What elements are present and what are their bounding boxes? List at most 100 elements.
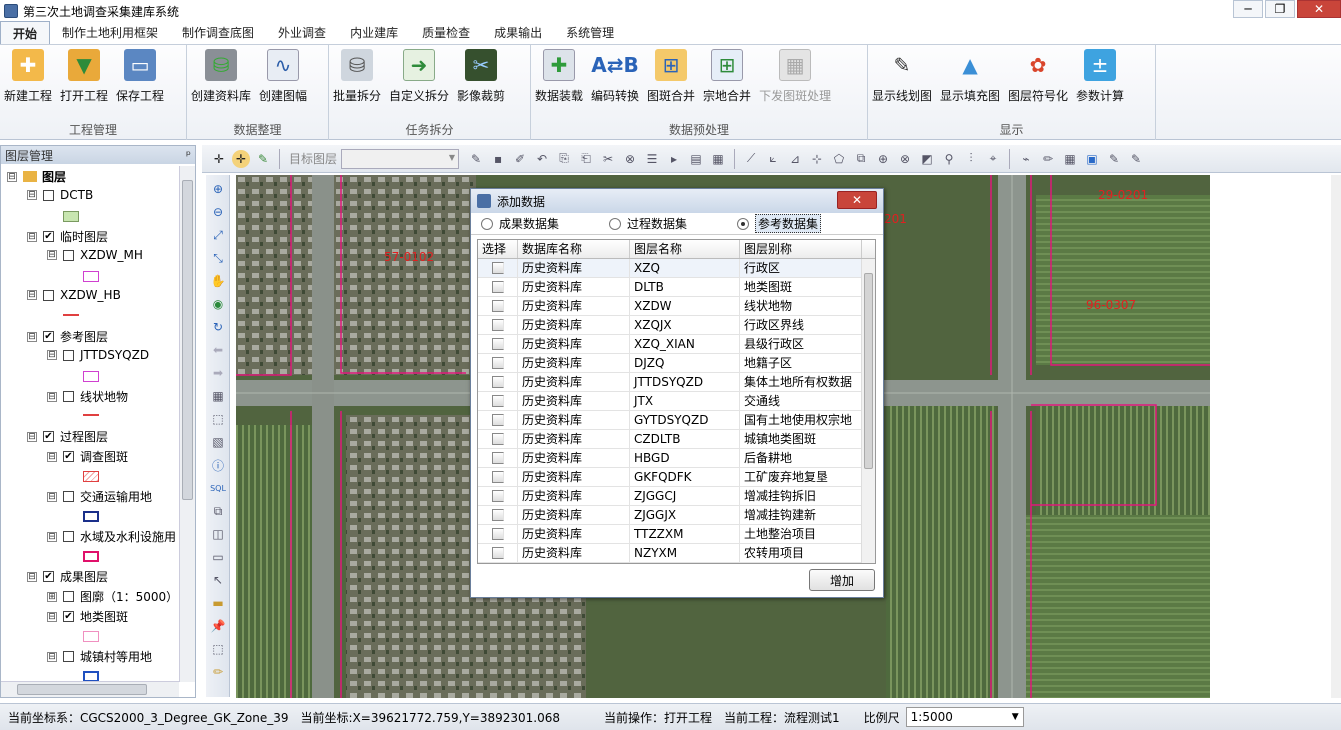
row-checkbox[interactable] [492, 471, 504, 483]
sql-icon[interactable]: SQL [209, 479, 227, 497]
table-row[interactable]: 历史资料库 GYTDSYQZD 国有土地使用权宗地 [478, 411, 875, 430]
open-project-button[interactable]: ▼ 打开工程 [56, 49, 112, 104]
save-edit-icon[interactable]: ▪ [489, 150, 507, 168]
layer-checkbox[interactable]: ✔ [63, 451, 74, 462]
layer-checkbox[interactable] [63, 651, 74, 662]
clip-icon[interactable]: ◩ [918, 150, 936, 168]
add-point-icon[interactable]: ✛ [210, 150, 228, 168]
back-icon[interactable]: ⬅ [209, 341, 227, 359]
collapse-icon[interactable]: ⊟ [47, 611, 57, 622]
polygon-icon[interactable]: ⬠ [830, 150, 848, 168]
play-icon[interactable]: ▸ [665, 150, 683, 168]
globe-icon[interactable]: ◉ [209, 295, 227, 313]
row-checkbox[interactable] [492, 262, 504, 274]
tree-node-map-frame[interactable]: ⊞ 图廓（1：5000） [47, 588, 178, 605]
row-checkbox[interactable] [492, 528, 504, 540]
pin-icon[interactable]: ᵖ [186, 148, 191, 162]
screen-icon[interactable]: ▭ [209, 548, 227, 566]
collapse-icon[interactable]: ⊟ [47, 451, 57, 462]
radio-reference-dataset[interactable]: 参考数据集 [737, 214, 822, 233]
draw-icon[interactable]: ✏ [1039, 150, 1057, 168]
layer-query-icon[interactable]: ⧉ [209, 502, 227, 520]
layer-tree-vscrollbar[interactable] [179, 166, 195, 682]
parcel-merge-button[interactable]: ⊞ 宗地合并 [699, 49, 755, 104]
table-row[interactable]: 历史资料库 JTX 交通线 [478, 392, 875, 411]
custom-split-button[interactable]: ➜ 自定义拆分 [385, 49, 453, 104]
row-checkbox[interactable] [492, 433, 504, 445]
minimize-button[interactable]: ─ [1233, 0, 1263, 18]
layer-checkbox[interactable] [63, 531, 74, 542]
paste-icon[interactable]: ⎗ [577, 150, 595, 168]
row-checkbox[interactable] [492, 395, 504, 407]
check-icon[interactable]: ✎ [1127, 150, 1145, 168]
info-icon[interactable]: ⓘ [209, 456, 227, 474]
layer-checkbox[interactable]: ✔ [43, 331, 54, 342]
data-load-button[interactable]: ✚ 数据装载 [531, 49, 587, 104]
attr-edit-icon[interactable]: ✎ [1105, 150, 1123, 168]
image-clip-button[interactable]: ✂ 影像裁剪 [453, 49, 509, 104]
add-feature-icon[interactable]: ✛ [232, 149, 250, 168]
col-layer-alias[interactable]: 图层别称 [740, 240, 862, 258]
collapse-icon[interactable]: ⊟ [47, 391, 57, 402]
table-row[interactable]: 历史资料库 HBGD 后备耕地 [478, 449, 875, 468]
issued-patch-button[interactable]: ▦ 下发图斑处理 [755, 49, 835, 104]
zoom-in-icon[interactable]: ⊕ [209, 180, 227, 198]
tab-quality-check[interactable]: 质量检查 [410, 21, 482, 44]
tree-node-linear-features[interactable]: ⊟ 线状地物 [47, 388, 128, 405]
layer-checkbox[interactable] [43, 189, 54, 201]
layer-tree-hscrollbar[interactable] [1, 681, 179, 697]
zoom-out-icon[interactable]: ⊖ [209, 203, 227, 221]
scroll-thumb[interactable] [182, 180, 193, 500]
delete-icon[interactable]: ⊗ [621, 150, 639, 168]
undo-icon[interactable]: ↶ [533, 150, 551, 168]
properties-icon[interactable]: ☰ [643, 150, 661, 168]
align-icon[interactable]: ⫶ [962, 150, 980, 168]
tree-node-reference-layers[interactable]: ⊟ ✔ 参考图层 [27, 328, 108, 345]
collapse-icon[interactable]: ⊟ [27, 431, 37, 442]
table-row[interactable]: 历史资料库 DLTB 地类图斑 [478, 278, 875, 297]
topology-icon[interactable]: ▣ [1083, 150, 1101, 168]
expand-icon[interactable]: ⊞ [47, 591, 57, 602]
collapse-icon[interactable]: ⊟ [27, 231, 37, 242]
save-project-button[interactable]: ▭ 保存工程 [112, 49, 168, 104]
layer-symbolize-button[interactable]: ✿ 图层符号化 [1004, 49, 1072, 104]
layer-checkbox[interactable] [63, 349, 74, 361]
patch-merge-button[interactable]: ⊞ 图斑合并 [643, 49, 699, 104]
layer-checkbox[interactable]: ✔ [43, 231, 54, 242]
table-row[interactable]: 历史资料库 CZDLTB 城镇地类图斑 [478, 430, 875, 449]
pan-hand-icon[interactable]: ✋ [209, 272, 227, 290]
snap-icon[interactable]: ⌁ [1017, 150, 1035, 168]
tree-node-root[interactable]: ⊟ 图层 [7, 168, 66, 185]
refresh-icon[interactable]: ↻ [209, 318, 227, 336]
tree-node-result-layers[interactable]: ⊟ ✔ 成果图层 [27, 568, 108, 585]
row-checkbox[interactable] [492, 319, 504, 331]
table-row[interactable]: 历史资料库 XZDW 线状地物 [478, 297, 875, 316]
dialog-close-button[interactable]: ✕ [837, 191, 877, 209]
col-layer-name[interactable]: 图层名称 [630, 240, 740, 258]
collapse-icon[interactable]: ⊟ [27, 290, 37, 300]
window-icon[interactable]: ◫ [209, 525, 227, 543]
target-layer-select[interactable] [341, 148, 460, 169]
edit-select-icon[interactable]: ⬚ [209, 640, 227, 658]
tree-node-process-layers[interactable]: ⊟ ✔ 过程图层 [27, 428, 108, 445]
tab-office-database[interactable]: 内业建库 [338, 21, 410, 44]
tree-node-transport-land[interactable]: ⊟ 交通运输用地 [47, 488, 152, 505]
tree-node-survey-patch[interactable]: ⊟ ✔ 调查图斑 [47, 448, 128, 465]
split-icon[interactable]: ⊹ [808, 150, 826, 168]
layer-checkbox[interactable] [63, 249, 74, 261]
right-scrollbar[interactable] [1331, 175, 1341, 698]
pointer-icon[interactable]: ↖ [209, 571, 227, 589]
layer-checkbox[interactable] [63, 491, 74, 502]
table-edit-icon[interactable]: ▦ [709, 150, 727, 168]
restore-button[interactable]: ❐ [1265, 0, 1295, 18]
tree-node-urban-village-land[interactable]: ⊟ 城镇村等用地 [47, 648, 152, 665]
tab-land-use-framework[interactable]: 制作土地利用框架 [50, 21, 170, 44]
table-row[interactable]: 历史资料库 JTTDSYQZD 集体土地所有权数据 [478, 373, 875, 392]
select-icon[interactable]: ⌖ [984, 150, 1002, 168]
batch-split-button[interactable]: ⛁ 批量拆分 [329, 49, 385, 104]
tab-result-output[interactable]: 成果输出 [482, 21, 554, 44]
create-library-button[interactable]: ⛁ 创建资料库 [187, 49, 255, 104]
fixed-zoom-icon[interactable]: ⤡ [209, 249, 227, 267]
row-checkbox[interactable] [492, 509, 504, 521]
clear-select-icon[interactable]: ▧ [209, 433, 227, 451]
